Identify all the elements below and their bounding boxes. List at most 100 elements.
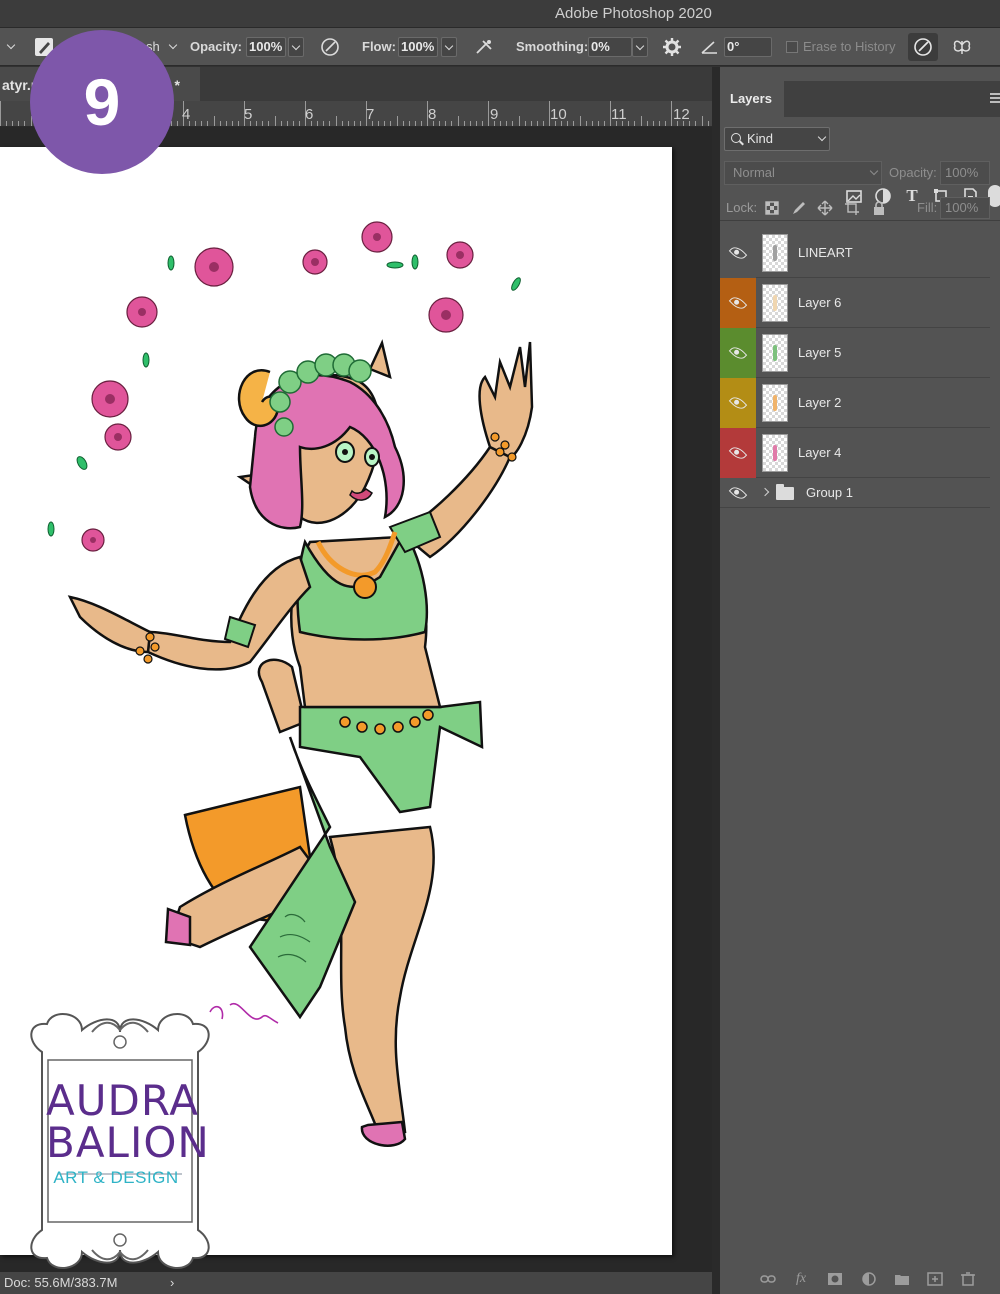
ruler-tick: [671, 101, 672, 126]
lock-all-icon[interactable]: [871, 200, 887, 216]
ruler-tick: [524, 121, 526, 126]
ruler-tick: [207, 121, 209, 126]
ruler-tick: [237, 121, 239, 126]
layer-name: Layer 4: [798, 445, 842, 460]
folder-icon: [776, 484, 794, 500]
layer-name: Layer 6: [798, 295, 842, 310]
opacity-field[interactable]: 100%: [246, 37, 286, 57]
ruler-tick: [500, 121, 502, 126]
ruler-tick: [439, 121, 441, 126]
airbrush-icon[interactable]: [474, 37, 494, 57]
lock-label: Lock:: [726, 200, 758, 215]
blend-mode-value: Normal: [733, 165, 775, 180]
logo-line-3: ART & DESIGN: [53, 1168, 179, 1187]
doc-size-info: Doc: 55.6M/383.7M: [4, 1275, 118, 1290]
folder-icon[interactable]: [894, 1272, 910, 1286]
ruler-tick: [634, 121, 636, 126]
ruler-number: 7: [366, 106, 375, 123]
filter-kind-select[interactable]: Kind: [724, 127, 830, 151]
ruler-tick: [506, 121, 508, 126]
mask-icon[interactable]: [827, 1272, 843, 1286]
ruler-tick: [201, 121, 203, 126]
ruler-tick: [347, 121, 349, 126]
lock-artboard-icon[interactable]: [844, 200, 860, 216]
fx-icon[interactable]: fx: [793, 1272, 809, 1286]
gear-icon[interactable]: [662, 37, 682, 57]
lock-position-icon[interactable]: [817, 200, 833, 216]
ruler-tick: [396, 116, 398, 126]
ruler-tick: [18, 121, 20, 126]
ruler-tick: [225, 121, 227, 126]
panel-menu-icon[interactable]: [990, 93, 1000, 103]
fill-field[interactable]: 100%: [940, 197, 990, 219]
eye-icon: [728, 443, 748, 463]
symmetry-butterfly-icon[interactable]: [952, 37, 972, 57]
layers-panel-tabs: Layers: [720, 81, 1000, 117]
angle-icon: [701, 41, 717, 54]
ruler-tick: [481, 121, 483, 126]
layer-row[interactable]: Layer 4: [720, 428, 990, 478]
layer-row[interactable]: Layer 2: [720, 378, 990, 428]
adjustment-icon[interactable]: [861, 1272, 877, 1286]
layer-visibility[interactable]: [720, 378, 756, 428]
status-menu-arrow-icon[interactable]: ›: [170, 1272, 174, 1294]
ruler-tick: [445, 121, 447, 126]
lock-image-pixels-icon[interactable]: [791, 200, 807, 216]
smoothing-dropdown[interactable]: [632, 37, 648, 57]
pressure-opacity-icon[interactable]: [320, 37, 340, 57]
trash-icon[interactable]: [960, 1272, 976, 1286]
layer-row[interactable]: LINEART: [720, 228, 990, 278]
ruler-tick: [329, 121, 331, 126]
ruler-tick: [628, 121, 630, 126]
layer-group-row[interactable]: Group 1: [720, 478, 990, 508]
layer-visibility[interactable]: [720, 228, 756, 278]
layer-row[interactable]: Layer 6: [720, 278, 990, 328]
layer-visibility[interactable]: [720, 278, 756, 328]
ruler-tick: [567, 121, 569, 126]
brush-preset-chevron-icon[interactable]: [168, 40, 178, 50]
logo-line-2: BALION: [46, 1118, 210, 1167]
thumbnail-mark: [773, 245, 777, 261]
pressure-size-button[interactable]: [908, 33, 938, 61]
ruler-number: 9: [490, 106, 499, 123]
fill-label: Fill:: [917, 200, 938, 215]
blend-mode-select[interactable]: Normal: [724, 161, 882, 185]
ruler-tick: [701, 116, 703, 126]
tab-layers[interactable]: Layers: [720, 81, 784, 117]
layer-list: LINEART Layer 6 Layer 5 Layer 2 Layer 4 …: [720, 228, 1000, 508]
chevron-right-icon[interactable]: [760, 487, 770, 497]
chevron-down-icon: [817, 132, 827, 142]
link-icon[interactable]: [760, 1272, 776, 1286]
ruler-tick: [707, 121, 709, 126]
flow-dropdown[interactable]: [441, 37, 457, 57]
ruler-tick: [195, 121, 197, 126]
logo-text: AUDRA BALION ART & DESIGN: [46, 1080, 210, 1188]
lock-transparent-pixels-icon[interactable]: [764, 200, 780, 216]
angle-field[interactable]: 0°: [724, 37, 772, 57]
tool-preset-chevron-icon[interactable]: [6, 40, 16, 50]
ruler-tick: [359, 121, 361, 126]
layer-visibility[interactable]: [720, 478, 756, 508]
ruler-tick: [378, 121, 380, 126]
eye-icon: [728, 343, 748, 363]
blend-row: Normal Opacity: 100%: [720, 161, 1000, 187]
layer-visibility[interactable]: [720, 328, 756, 378]
new-layer-icon[interactable]: [927, 1272, 943, 1286]
ruler-tick: [298, 121, 300, 126]
ruler-tick: [463, 121, 465, 126]
thumbnail-mark: [773, 445, 777, 461]
opacity-dropdown[interactable]: [288, 37, 304, 57]
ruler-tick: [280, 121, 282, 126]
layer-opacity-field[interactable]: 100%: [940, 161, 990, 185]
ruler-tick: [585, 121, 587, 126]
layer-visibility[interactable]: [720, 428, 756, 478]
ruler-tick: [591, 121, 593, 126]
panel-divider[interactable]: [712, 67, 720, 1294]
ruler-tick: [542, 121, 544, 126]
layers-bottom-toolbar: fx: [720, 1264, 1000, 1294]
layer-row[interactable]: Layer 5: [720, 328, 990, 378]
flow-field[interactable]: 100%: [398, 37, 438, 57]
erase-to-history-checkbox[interactable]: [786, 41, 798, 53]
smoothing-field[interactable]: 0%: [588, 37, 632, 57]
ruler-tick: [353, 121, 355, 126]
